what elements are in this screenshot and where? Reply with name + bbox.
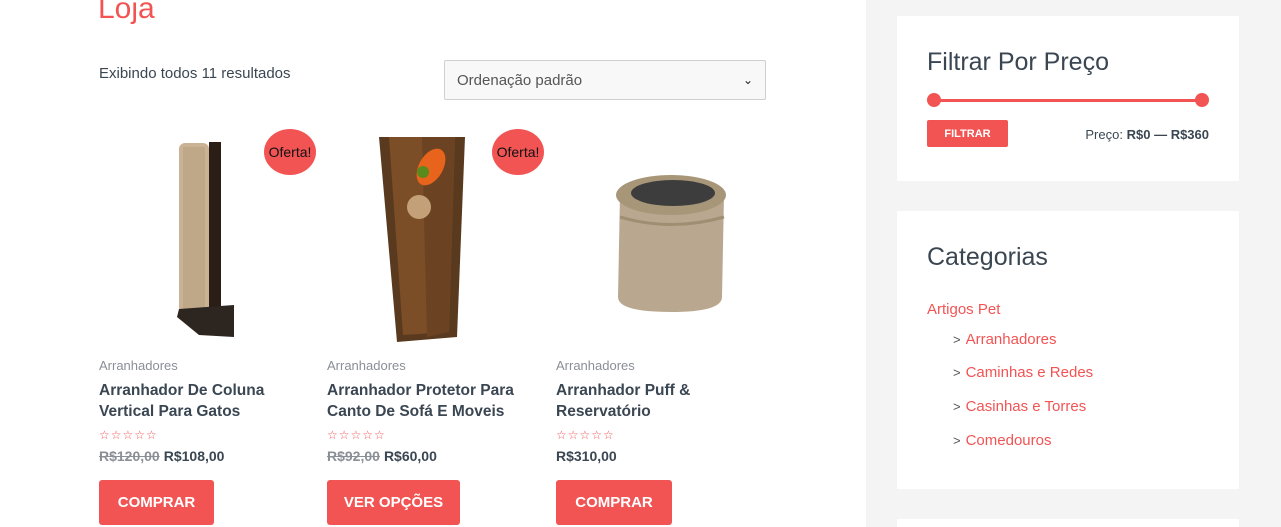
main-content: Loja Exibindo todos 11 resultados Ordena… bbox=[0, 0, 866, 527]
category-link-comedouros[interactable]: > Comedouros bbox=[953, 432, 1051, 449]
product-image[interactable] bbox=[556, 137, 765, 346]
rating-stars: ☆☆☆☆☆ bbox=[556, 428, 615, 442]
product-title-line: Arranhador De Coluna bbox=[99, 382, 265, 399]
product-category[interactable]: Arranhadores bbox=[99, 358, 178, 373]
categories-title: Categorias bbox=[927, 243, 1048, 271]
price-filter-title: Filtrar Por Preço bbox=[927, 48, 1109, 76]
sale-badge: Oferta! bbox=[264, 129, 316, 175]
current-price: R$60,00 bbox=[383, 448, 437, 464]
add-to-cart-button[interactable]: COMPRAR bbox=[99, 480, 214, 525]
product-title[interactable]: Arranhador Puff & Reservatório bbox=[556, 380, 765, 422]
category-label: Arranhadores bbox=[965, 331, 1057, 348]
current-price: R$108,00 bbox=[163, 448, 225, 464]
old-price: R$92,00 bbox=[327, 448, 380, 464]
product-title[interactable]: Arranhador Protetor Para Canto De Sofá E… bbox=[327, 380, 536, 422]
orderby-selected-label: Ordenação padrão bbox=[457, 71, 583, 89]
product-category[interactable]: Arranhadores bbox=[556, 358, 635, 373]
price-slider-min-handle[interactable] bbox=[927, 93, 941, 107]
page-title: Loja bbox=[98, 0, 155, 25]
orderby-select[interactable]: Ordenação padrão ⌄ bbox=[444, 60, 766, 100]
rating-stars: ☆☆☆☆☆ bbox=[327, 428, 386, 442]
price-separator: — bbox=[1154, 127, 1168, 142]
category-label: Caminhas e Redes bbox=[965, 364, 1094, 381]
sale-badge: Oferta! bbox=[492, 129, 544, 175]
price-slider-track[interactable] bbox=[934, 99, 1201, 102]
chevron-right-icon: > bbox=[953, 433, 961, 448]
rating-stars: ☆☆☆☆☆ bbox=[99, 428, 158, 442]
chevron-right-icon: > bbox=[953, 332, 961, 347]
price-slider-max-handle[interactable] bbox=[1195, 93, 1209, 107]
product-title-line: Arranhador Puff & bbox=[556, 382, 691, 399]
price-max: R$360 bbox=[1170, 127, 1209, 142]
category-link-caminhas[interactable]: > Caminhas e Redes bbox=[953, 364, 1093, 381]
next-widget bbox=[897, 519, 1239, 527]
result-count: Exibindo todos 11 resultados bbox=[99, 65, 291, 82]
product-title-line: Arranhador Protetor Para bbox=[327, 382, 514, 399]
product-title-line: Reservatório bbox=[556, 403, 651, 420]
category-label: Comedouros bbox=[965, 432, 1052, 449]
chevron-right-icon: > bbox=[953, 365, 961, 380]
product-category[interactable]: Arranhadores bbox=[327, 358, 406, 373]
price-min: R$0 bbox=[1126, 127, 1151, 142]
product-price: R$120,00 R$108,00 bbox=[99, 448, 224, 464]
product-card: Oferta! Arranhadores Arranhador De Colun… bbox=[99, 129, 316, 525]
category-link-arranhadores[interactable]: > Arranhadores bbox=[953, 331, 1056, 348]
product-card: Arranhadores Arranhador Puff & Reservató… bbox=[556, 137, 765, 525]
product-image[interactable]: Oferta! bbox=[327, 129, 544, 346]
product-title-line: Vertical Para Gatos bbox=[99, 403, 241, 420]
old-price: R$120,00 bbox=[99, 448, 160, 464]
product-price: R$310,00 bbox=[556, 448, 617, 464]
product-image[interactable]: Oferta! bbox=[99, 129, 316, 346]
chevron-right-icon: > bbox=[953, 399, 961, 414]
price-label-prefix: Preço: bbox=[1085, 127, 1123, 142]
price-filter-widget: Filtrar Por Preço FILTRAR Preço: R$0 — R… bbox=[897, 16, 1239, 181]
product-card: Oferta! Arranhadores Arranhador Protetor… bbox=[327, 129, 544, 525]
product-price: R$92,00 R$60,00 bbox=[327, 448, 437, 464]
price-range-label: Preço: R$0 — R$360 bbox=[1085, 127, 1209, 142]
current-price: R$310,00 bbox=[556, 448, 617, 464]
category-label: Casinhas e Torres bbox=[965, 398, 1087, 415]
chevron-down-icon: ⌄ bbox=[742, 73, 753, 87]
category-link-casinhas[interactable]: > Casinhas e Torres bbox=[953, 398, 1086, 415]
product-title-line: Canto De Sofá E Moveis bbox=[327, 403, 505, 420]
product-title[interactable]: Arranhador De Coluna Vertical Para Gatos bbox=[99, 380, 308, 422]
category-link-artigos-pet[interactable]: Artigos Pet bbox=[927, 301, 1000, 318]
categories-widget: Categorias Artigos Pet > Arranhadores > … bbox=[897, 211, 1239, 489]
filter-button[interactable]: FILTRAR bbox=[927, 120, 1008, 147]
add-to-cart-button[interactable]: COMPRAR bbox=[556, 480, 672, 525]
select-options-button[interactable]: VER OPÇÕES bbox=[327, 480, 460, 525]
puff-scratcher-image bbox=[556, 137, 765, 346]
